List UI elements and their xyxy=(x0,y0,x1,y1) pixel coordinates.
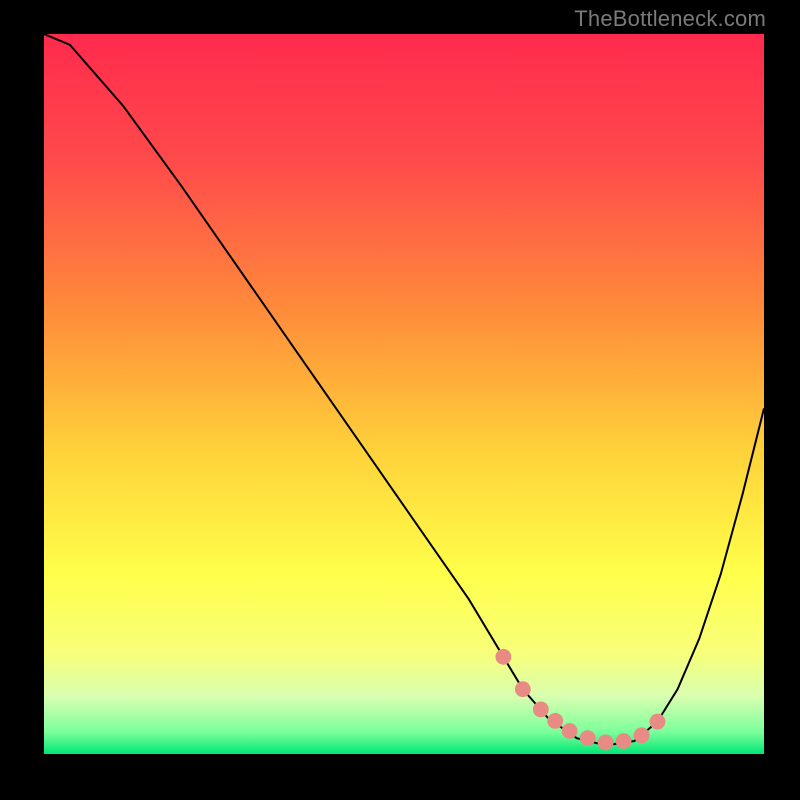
marker-point xyxy=(533,701,549,717)
marker-point xyxy=(562,723,578,739)
chart-frame xyxy=(44,34,764,754)
marker-point xyxy=(495,649,511,665)
marker-point xyxy=(580,730,596,746)
marker-point xyxy=(634,727,650,743)
gradient-background xyxy=(44,34,764,754)
marker-point xyxy=(598,735,614,751)
marker-point xyxy=(616,733,632,749)
watermark-text: TheBottleneck.com xyxy=(574,6,766,32)
marker-point xyxy=(650,714,666,730)
marker-point xyxy=(515,681,531,697)
marker-point xyxy=(547,713,563,729)
chart-svg xyxy=(44,34,764,754)
